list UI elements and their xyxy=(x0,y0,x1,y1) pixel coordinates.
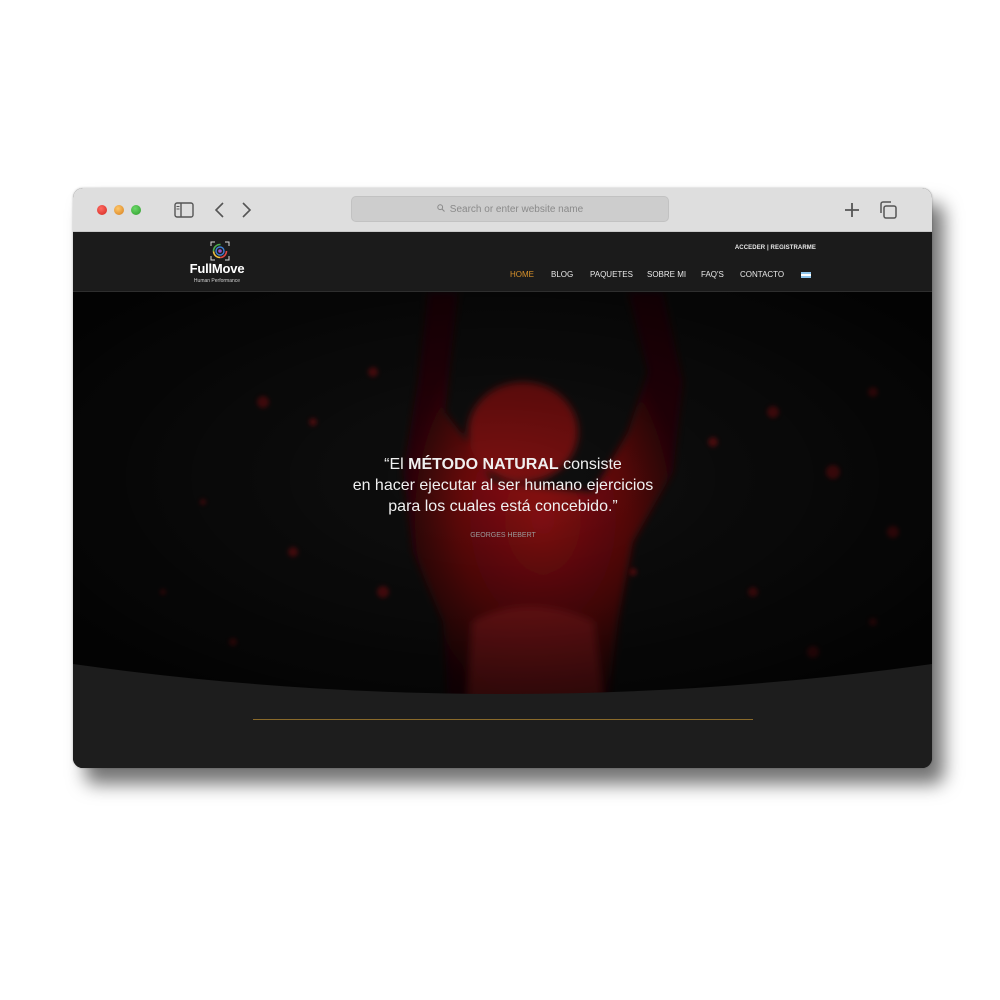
quote-author: GEORGES HEBERT xyxy=(470,532,536,539)
search-icon xyxy=(437,203,445,215)
quote-line-3: para los cuales está concebido.” xyxy=(388,498,618,515)
nav-item-home[interactable]: HOME xyxy=(510,270,534,279)
sidebar-icon[interactable] xyxy=(173,199,195,221)
back-chevron-icon[interactable] xyxy=(211,199,229,221)
logo[interactable]: FullMove Human Performance xyxy=(185,238,255,286)
divider xyxy=(253,719,753,720)
website: FullMove Human Performance ACCEDER | REG… xyxy=(73,232,932,768)
tabs-icon[interactable] xyxy=(877,199,899,221)
content-section xyxy=(73,704,932,768)
plus-icon[interactable] xyxy=(841,199,863,221)
browser-toolbar: Search or enter website name xyxy=(73,188,932,232)
quote-open: “El xyxy=(384,456,409,473)
address-bar[interactable]: Search or enter website name xyxy=(351,196,669,222)
address-placeholder: Search or enter website name xyxy=(449,203,584,215)
site-header: FullMove Human Performance ACCEDER | REG… xyxy=(73,232,932,292)
close-window-button[interactable] xyxy=(97,205,107,215)
nav-item-sobre-mi[interactable]: SOBRE MI xyxy=(647,270,686,279)
quote-line1-rest: consiste xyxy=(558,456,622,473)
nav-item-blog[interactable]: BLOG xyxy=(551,270,573,279)
nav-item-contacto[interactable]: CONTACTO xyxy=(740,270,784,279)
logo-name: FullMove xyxy=(189,261,245,276)
hero-section: “El MÉTODO NATURAL consiste en hacer eje… xyxy=(73,292,932,704)
argentina-flag-icon[interactable] xyxy=(801,272,811,278)
logo-mark-icon xyxy=(210,241,230,261)
nav-item-faqs[interactable]: FAQ'S xyxy=(701,270,724,279)
account-links[interactable]: ACCEDER | REGISTRARME xyxy=(735,245,816,251)
maximize-window-button[interactable] xyxy=(131,205,141,215)
minimize-window-button[interactable] xyxy=(114,205,124,215)
hero-quote: “El MÉTODO NATURAL consiste en hacer eje… xyxy=(273,454,733,517)
nav-item-paquetes[interactable]: PAQUETES xyxy=(590,270,633,279)
logo-tagline: Human Performance xyxy=(193,278,241,284)
quote-line-1: “El MÉTODO NATURAL consiste xyxy=(273,454,733,475)
quote-line-2: en hacer ejecutar al ser humano ejercici… xyxy=(352,477,654,494)
forward-chevron-icon[interactable] xyxy=(237,199,255,221)
quote-emphasis: MÉTODO NATURAL xyxy=(408,456,559,473)
browser-window: Search or enter website name FullMove Hu… xyxy=(73,188,932,768)
